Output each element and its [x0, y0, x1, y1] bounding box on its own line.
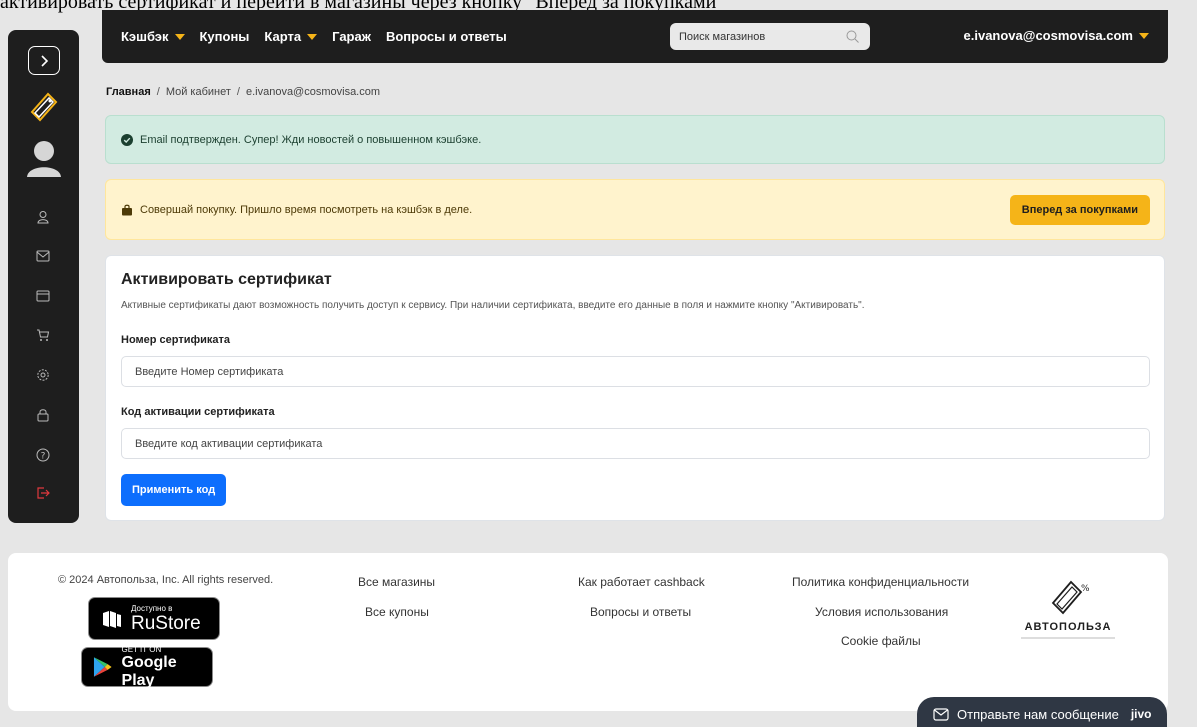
footer-link-all-stores[interactable]: Все магазины [358, 575, 435, 589]
activate-certificate-card: Активировать сертификат Активные сертифи… [105, 255, 1165, 521]
caret-down-icon [307, 33, 318, 40]
rustore-small-text: Доступно в [131, 603, 173, 613]
google-play-big-text: Google Play [121, 653, 177, 689]
shopping-bag-icon [122, 204, 132, 215]
user-menu[interactable]: e.ivanova@cosmovisa.com [964, 28, 1149, 43]
user-icon[interactable] [32, 206, 54, 228]
wallet-icon[interactable] [32, 285, 54, 307]
sidebar: ? [8, 30, 79, 523]
breadcrumb-home[interactable]: Главная [106, 86, 151, 98]
footer-link-terms[interactable]: Условия использования [815, 605, 948, 619]
footer-link-faq[interactable]: Вопросы и ответы [590, 605, 691, 619]
success-alert-text: Email подтвержден. Супер! Жди новостей о… [140, 133, 482, 146]
footer-link-how-cashback-works[interactable]: Как работает cashback [578, 575, 705, 589]
breadcrumb-current: e.ivanova@cosmovisa.com [245, 86, 381, 98]
svg-text:?: ? [41, 452, 46, 462]
email-confirmed-alert: Email подтвержден. Супер! Жди новостей о… [105, 115, 1165, 164]
store-search-input[interactable]: Поиск магазинов [670, 23, 870, 50]
breadcrumb-separator: / [156, 86, 160, 98]
rustore-badge[interactable]: Доступно в RuStore [88, 597, 220, 640]
help-icon[interactable]: ? [32, 444, 54, 466]
nav-item-garage[interactable]: Гараж [332, 29, 371, 44]
chat-brand: jivo [1130, 707, 1152, 721]
check-circle-icon [121, 133, 133, 146]
card-title: Активировать сертификат [121, 271, 332, 288]
activation-code-label: Код активации сертификата [121, 406, 275, 418]
rustore-big-text: RuStore [131, 612, 201, 634]
footer-logo-tagline [1021, 637, 1115, 639]
apply-code-button[interactable]: Применить код [121, 474, 227, 506]
warning-alert-text: Совершай покупку. Пришло время посмотрет… [140, 203, 473, 216]
footer-link-privacy-policy[interactable]: Политика конфиденциальности [792, 575, 969, 589]
activation-code-input[interactable] [121, 428, 1150, 459]
coupon-logo-icon[interactable] [28, 90, 60, 124]
footer-logo-text: АВТОПОЛЬЗА [1024, 621, 1112, 633]
logout-icon[interactable] [32, 482, 54, 504]
footer-logo[interactable]: % АВТОПОЛЬЗА [1013, 577, 1123, 647]
svg-text:%: % [1081, 584, 1089, 594]
google-play-icon [93, 657, 112, 677]
certificate-number-label: Номер сертификата [121, 334, 231, 346]
go-shopping-button[interactable]: Вперед за покупками [1009, 195, 1150, 225]
chat-icon [933, 707, 949, 721]
chevron-right-icon [41, 54, 49, 67]
footer-link-all-coupons[interactable]: Все купоны [365, 605, 429, 619]
breadcrumb-cabinet[interactable]: Мой кабинет [166, 86, 231, 98]
caret-down-icon [174, 33, 185, 40]
sidebar-toggle-button[interactable] [28, 46, 60, 75]
nav-item-faq[interactable]: Вопросы и ответы [386, 29, 507, 44]
breadcrumb: Главная / Мой кабинет / e.ivanova@cosmovisa.… [106, 86, 380, 98]
card-description: Активные сертификаты дают возможность по… [121, 300, 865, 311]
nav-item-coupons[interactable]: Купоны [200, 29, 250, 44]
user-avatar-icon[interactable] [26, 138, 62, 178]
mail-icon[interactable] [32, 245, 54, 267]
search-icon[interactable] [845, 29, 860, 44]
gear-icon[interactable] [32, 364, 54, 386]
cart-icon[interactable] [32, 324, 54, 346]
nav-item-map[interactable]: Карта [264, 29, 318, 44]
breadcrumb-separator: / [236, 86, 240, 98]
search-placeholder: Поиск магазинов [679, 30, 766, 43]
google-play-badge[interactable]: GET IT ON Google Play [81, 644, 213, 689]
lock-icon[interactable] [32, 404, 54, 426]
certificate-number-input[interactable] [121, 356, 1150, 387]
purchase-alert: Совершай покупку. Пришло время посмотрет… [105, 179, 1165, 240]
chat-widget[interactable]: Отправьте нам сообщение jivo [917, 697, 1167, 727]
top-navbar: Кэшбэк Купоны Карта Гараж Вопросы и отве… [102, 10, 1168, 63]
copyright: © 2024 Автопольза, Inc. All rights reser… [58, 574, 274, 586]
rustore-icon [103, 610, 121, 628]
footer: © 2024 Автопольза, Inc. All rights reser… [8, 553, 1168, 711]
google-play-small-text: GET IT ON [121, 644, 162, 654]
footer-link-cookies[interactable]: Cookie файлы [841, 634, 921, 648]
caret-down-icon [1139, 32, 1149, 39]
nav-item-cashback[interactable]: Кэшбэк [121, 29, 185, 44]
coupon-logo-icon: % [1051, 580, 1089, 615]
chat-label: Отправьте нам сообщение [957, 706, 1119, 722]
